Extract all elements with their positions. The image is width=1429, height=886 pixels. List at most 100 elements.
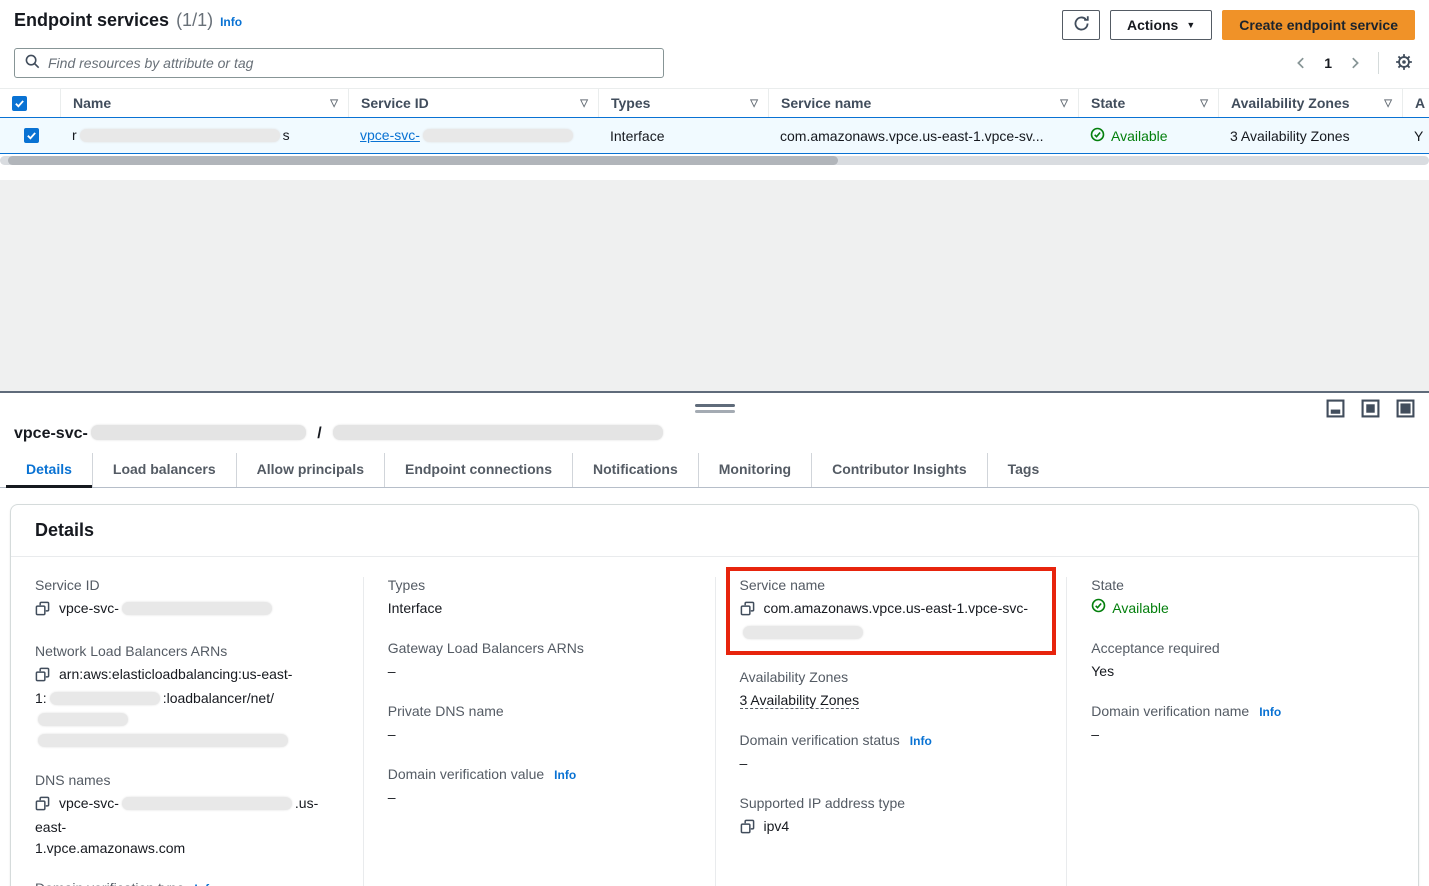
empty-background [0, 180, 1429, 391]
copy-icon[interactable] [35, 796, 50, 817]
resource-count: (1/1) [176, 10, 213, 31]
next-page-button[interactable] [1346, 54, 1364, 72]
previous-page-button[interactable] [1292, 54, 1310, 72]
availability-zones-popover-trigger[interactable]: 3 Availability Zones [740, 692, 860, 709]
chevron-down-icon: ▼ [1186, 20, 1195, 30]
redacted-text [122, 797, 292, 810]
row-service-name-cell: com.amazonaws.vpce.us-east-1.vpce-sv... [768, 128, 1078, 144]
field-state: State Available [1091, 577, 1394, 619]
field-supported-ip-address-type: Supported IP address type ipv4 [740, 795, 1043, 840]
tab-contributor-insights[interactable]: Contributor Insights [811, 453, 987, 487]
field-service-id: Service ID vpce-svc- [35, 577, 339, 622]
service-id-link[interactable]: vpce-svc- [360, 127, 576, 143]
sort-icon[interactable]: ▽ [1200, 98, 1208, 109]
toolbar: 1 [0, 40, 1429, 88]
panel-position-bottom-button[interactable] [1326, 399, 1345, 421]
info-link[interactable]: Info [1259, 705, 1281, 719]
redacted-text [50, 692, 160, 705]
info-link[interactable]: Info [910, 734, 932, 748]
panel-side-icon [1361, 399, 1380, 421]
split-panel: vpce-svc- / Details Load balancers Allow… [0, 393, 1429, 884]
column-header-state[interactable]: State ▽ [1078, 89, 1218, 117]
actions-button[interactable]: Actions ▼ [1110, 10, 1212, 40]
column-header-clipped[interactable]: A [1402, 89, 1429, 117]
copy-icon[interactable] [740, 819, 755, 840]
column-header-name[interactable]: Name ▽ [60, 89, 348, 117]
info-link[interactable]: Info [554, 768, 576, 782]
tab-tags[interactable]: Tags [987, 453, 1060, 487]
column-header-availability-zones[interactable]: Availability Zones ▽ [1218, 89, 1402, 117]
actions-button-label: Actions [1127, 17, 1178, 33]
panel-maximize-button[interactable] [1396, 399, 1415, 421]
table-header-row: Name ▽ Service ID ▽ Types ▽ Service name… [0, 89, 1429, 117]
sort-icon[interactable]: ▽ [750, 98, 758, 109]
field-acceptance-required: Acceptance required Yes [1091, 640, 1394, 682]
header-info-link[interactable]: Info [220, 15, 242, 29]
search-icon [25, 54, 40, 72]
copy-icon[interactable] [35, 667, 50, 688]
row-checkbox[interactable] [24, 128, 39, 143]
sort-icon[interactable]: ▽ [330, 98, 338, 109]
horizontal-scrollbar[interactable] [0, 156, 1429, 165]
column-header-service-id[interactable]: Service ID ▽ [348, 89, 598, 117]
row-state-cell: Available [1078, 127, 1218, 145]
search-input[interactable] [48, 55, 653, 71]
endpoint-services-table: Name ▽ Service ID ▽ Types ▽ Service name… [0, 88, 1429, 154]
redacted-text [333, 425, 663, 440]
page-number[interactable]: 1 [1324, 55, 1332, 71]
tab-allow-principals[interactable]: Allow principals [236, 453, 384, 487]
details-column-1: Service ID vpce-svc- Network Load Balanc… [11, 577, 363, 886]
sort-icon[interactable]: ▽ [1384, 98, 1392, 109]
redacted-text [38, 713, 128, 726]
redacted-text [80, 129, 280, 142]
split-panel-drag-handle[interactable] [693, 402, 737, 415]
table-row[interactable]: rs vpce-svc- Interface com.amazonaws.vpc… [0, 117, 1429, 154]
tab-load-balancers[interactable]: Load balancers [92, 453, 236, 487]
row-name-cell: rs [60, 127, 348, 144]
field-domain-verification-type: Domain verification type Info – [35, 880, 339, 886]
search-box[interactable] [14, 48, 664, 78]
sort-icon[interactable]: ▽ [1060, 98, 1068, 109]
select-all-checkbox[interactable] [12, 96, 27, 111]
tab-notifications[interactable]: Notifications [572, 453, 698, 487]
refresh-icon [1073, 15, 1090, 35]
field-dns-names: DNS names vpce-svc-.us-east- 1.vpce.amaz… [35, 772, 339, 859]
status-available-icon [1090, 127, 1105, 145]
availability-zones-popover-trigger[interactable]: 3 Availability Zones [1230, 128, 1350, 144]
field-domain-verification-value: Domain verification value Info – [388, 766, 691, 808]
field-service-name: Service name com.amazonaws.vpce.us-east-… [740, 577, 1043, 643]
annotation-highlight-box: Service name com.amazonaws.vpce.us-east-… [726, 567, 1057, 655]
info-link[interactable]: Info [194, 882, 216, 886]
field-domain-verification-status: Domain verification status Info – [740, 732, 1043, 774]
field-private-dns-name: Private DNS name – [388, 703, 691, 745]
copy-icon[interactable] [740, 601, 755, 622]
column-header-types[interactable]: Types ▽ [598, 89, 768, 117]
row-availability-zones-cell: 3 Availability Zones [1218, 128, 1402, 144]
details-card-title: Details [11, 505, 1418, 557]
details-column-3: Service name com.amazonaws.vpce.us-east-… [715, 577, 1067, 886]
tab-endpoint-connections[interactable]: Endpoint connections [384, 453, 572, 487]
gear-icon [1395, 53, 1413, 74]
column-header-service-name[interactable]: Service name ▽ [768, 89, 1078, 117]
field-availability-zones: Availability Zones 3 Availability Zones [740, 669, 1043, 711]
select-all-cell [0, 89, 60, 117]
panel-position-side-button[interactable] [1361, 399, 1380, 421]
create-endpoint-service-button[interactable]: Create endpoint service [1222, 10, 1415, 40]
panel-maximize-icon [1396, 399, 1415, 421]
row-clipped-cell: Y [1402, 128, 1429, 144]
scrollbar-thumb[interactable] [8, 156, 838, 165]
field-glb-arns: Gateway Load Balancers ARNs – [388, 640, 691, 682]
settings-button[interactable] [1393, 51, 1415, 76]
redacted-text [122, 602, 272, 615]
redacted-text [91, 425, 306, 440]
tab-monitoring[interactable]: Monitoring [698, 453, 811, 487]
spacer [0, 165, 1429, 180]
row-service-id-cell: vpce-svc- [348, 127, 598, 144]
refresh-button[interactable] [1062, 10, 1100, 40]
endpoint-services-pane: Endpoint services (1/1) Info Actions ▼ C… [0, 0, 1429, 393]
divider [1378, 52, 1379, 74]
field-types: Types Interface [388, 577, 691, 619]
copy-icon[interactable] [35, 601, 50, 622]
sort-icon[interactable]: ▽ [580, 98, 588, 109]
tab-details[interactable]: Details [6, 453, 92, 487]
